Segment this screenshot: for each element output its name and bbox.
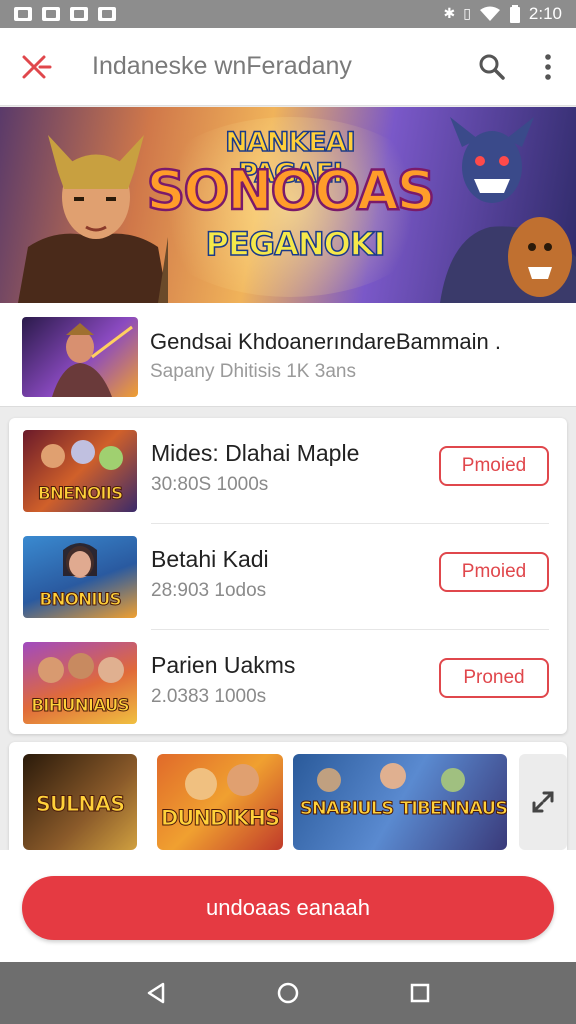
app-bar: Indaneske wnFeradany bbox=[0, 28, 576, 106]
list-item[interactable]: BNENOIIS Mides: Dlahai Maple 30:80S 1000… bbox=[9, 418, 567, 523]
list-item[interactable]: BIHUNIAUS Parien Uakms 2.0383 1000s Pron… bbox=[9, 630, 567, 735]
game-meta: 28:903 1odos bbox=[151, 580, 267, 601]
game-action-button[interactable]: Pmoied bbox=[439, 552, 549, 592]
media-notification-icon bbox=[98, 7, 116, 21]
carousel-item[interactable]: SULNAS bbox=[23, 754, 137, 850]
clock: 2:10 bbox=[528, 4, 562, 23]
search-icon bbox=[479, 54, 505, 80]
banner-title-sub: PEGANOKI bbox=[205, 224, 387, 264]
close-button[interactable] bbox=[0, 28, 72, 106]
close-icon bbox=[22, 55, 52, 78]
wifi-icon bbox=[479, 6, 500, 21]
bluetooth-icon: ✱ bbox=[443, 6, 456, 22]
primary-cta-button[interactable]: undoaas eanaah bbox=[22, 876, 554, 940]
banner-title-main: SONOOAS bbox=[145, 158, 437, 224]
game-thumbnail: BNENOIIS bbox=[23, 430, 137, 512]
game-action-button[interactable]: Proned bbox=[439, 658, 549, 698]
system-nav-bar bbox=[0, 962, 576, 1024]
expand-icon bbox=[532, 791, 554, 813]
back-icon bbox=[147, 982, 165, 1004]
carousel-more-button[interactable] bbox=[519, 754, 567, 850]
carousel-item-label: SULNAS bbox=[35, 792, 126, 817]
home-button[interactable] bbox=[258, 963, 318, 1023]
back-button[interactable] bbox=[126, 963, 186, 1023]
status-bar: ✱ ▯ 2:10 bbox=[0, 0, 576, 28]
game-list: BNENOIIS Mides: Dlahai Maple 30:80S 1000… bbox=[9, 418, 567, 734]
battery-icon bbox=[509, 5, 520, 23]
game-title: Parien Uakms bbox=[151, 652, 296, 678]
featured-item[interactable]: Gendsai KhdoanerındareBammain . Sapany D… bbox=[0, 303, 576, 407]
app-notification-icon bbox=[70, 7, 88, 21]
recents-icon bbox=[410, 983, 430, 1003]
vibrate-icon: ▯ bbox=[463, 6, 471, 22]
game-thumbnail-label: BIHUNIAUS bbox=[31, 696, 131, 717]
search-button[interactable] bbox=[464, 28, 520, 106]
carousel-item[interactable]: SNABIULS TIBENNAUS bbox=[293, 754, 507, 850]
game-thumbnail: BIHUNIAUS bbox=[23, 642, 137, 724]
home-icon bbox=[277, 982, 299, 1004]
featured-thumbnail bbox=[22, 317, 138, 397]
carousel-item-label: SNABIULS bbox=[299, 798, 394, 820]
featured-title: Gendsai KhdoanerındareBammain . bbox=[150, 329, 501, 354]
featured-subtitle: Sapany Dhitisis 1K 3ans bbox=[150, 361, 356, 382]
list-item[interactable]: BNONIUS Betahi Kadi 28:903 1odos Pmoied bbox=[9, 524, 567, 629]
recents-button[interactable] bbox=[390, 963, 450, 1023]
game-action-button[interactable]: Pmoied bbox=[439, 446, 549, 486]
carousel-art bbox=[185, 764, 259, 800]
game-meta: 30:80S 1000s bbox=[151, 474, 269, 495]
more-vert-icon bbox=[545, 53, 551, 80]
image-notification-icon bbox=[14, 7, 32, 21]
carousel-item[interactable]: DUNDIKHS bbox=[157, 754, 283, 850]
warrior-art bbox=[52, 323, 133, 397]
notification-icons bbox=[14, 7, 116, 21]
game-carousel: SULNAS DUNDIKHS SNABIULS TIBENNAUS bbox=[9, 742, 567, 850]
more-options-button[interactable] bbox=[520, 28, 576, 106]
monster-character-art bbox=[440, 117, 576, 303]
page-title: Indaneske wnFeradany bbox=[92, 52, 352, 80]
game-thumbnail-label: BNONIUS bbox=[39, 590, 122, 611]
game-meta: 2.0383 1000s bbox=[151, 686, 267, 707]
game-thumbnail-label: BNENOIIS bbox=[37, 484, 123, 505]
carousel-item-label: DUNDIKHS bbox=[160, 806, 280, 831]
hero-banner[interactable]: NANKEAI PAGAEI SONOOAS PEGANOKI bbox=[0, 107, 576, 303]
game-title: Mides: Dlahai Maple bbox=[151, 440, 360, 466]
carousel-item-label: TIBENNAUS bbox=[400, 798, 508, 820]
cta-area: undoaas eanaah bbox=[0, 850, 576, 962]
game-thumbnail: BNONIUS bbox=[23, 536, 137, 618]
gallery-notification-icon bbox=[42, 7, 60, 21]
game-title: Betahi Kadi bbox=[151, 546, 269, 572]
